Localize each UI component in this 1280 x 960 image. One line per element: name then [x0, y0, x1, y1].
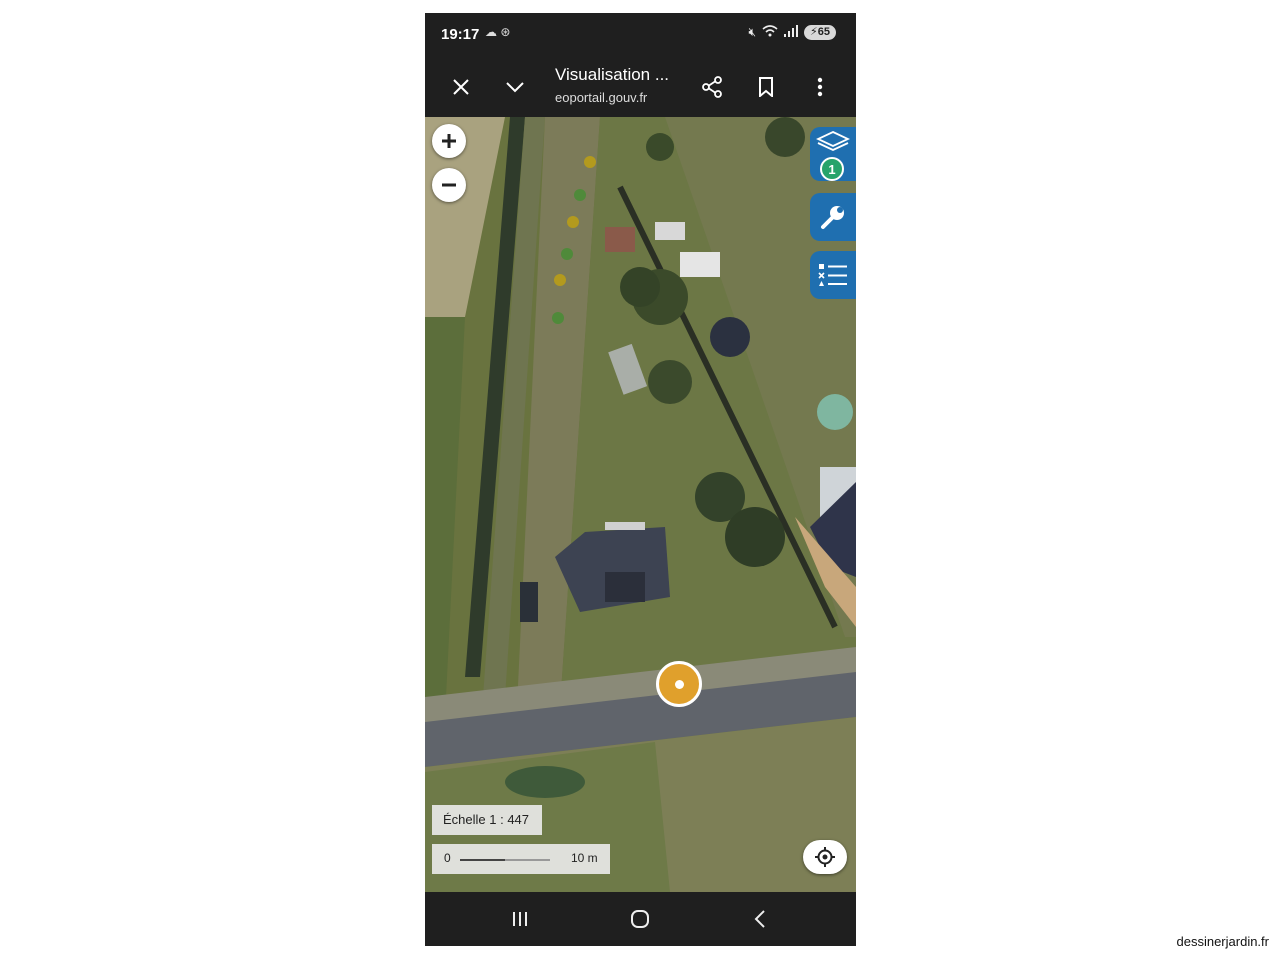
cloud-icon: ☁	[485, 25, 497, 39]
watermark: dessinerjardin.fr	[1176, 934, 1270, 949]
locate-me-button[interactable]	[803, 840, 847, 874]
aerial-imagery	[425, 117, 856, 892]
status-left-icons: ☁ ⊛	[485, 25, 510, 39]
map-view[interactable]: 1 Échelle 1 : 447 0 10 m	[425, 117, 856, 892]
bookmark-icon[interactable]	[750, 71, 782, 103]
status-time: 19:17	[441, 26, 480, 43]
layers-button[interactable]: 1	[810, 127, 856, 181]
legend-list-icon	[818, 264, 847, 286]
current-position-marker	[656, 661, 702, 707]
status-bar: 19:17 ☁ ⊛ 🔇︎ ⚡65	[425, 13, 856, 57]
zoom-in-icon	[442, 134, 456, 148]
layers-count-badge: 1	[820, 157, 844, 181]
recent-apps-icon[interactable]	[500, 904, 540, 934]
status-right-icons: 🔇︎ ⚡65	[748, 25, 836, 40]
browser-toolbar: Visualisation ... eoportail.gouv.fr	[425, 57, 856, 117]
zoom-out-icon	[442, 183, 456, 187]
back-icon[interactable]	[740, 904, 780, 934]
home-icon[interactable]	[620, 904, 660, 934]
crosshair-icon	[815, 847, 835, 867]
page-title[interactable]: Visualisation ...	[555, 65, 669, 85]
scale-bar: 0 10 m	[432, 844, 610, 874]
layers-icon	[816, 131, 850, 151]
app-icon: ⊛	[500, 25, 511, 39]
system-nav-bar	[425, 892, 856, 946]
wifi-icon	[762, 25, 778, 40]
battery-indicator: ⚡65	[804, 25, 836, 40]
scale-label: Échelle 1 : 447	[432, 805, 542, 835]
signal-icon	[784, 25, 799, 40]
chevron-down-icon[interactable]	[499, 71, 531, 103]
position-dot	[674, 679, 684, 689]
tools-button[interactable]	[810, 193, 856, 241]
more-vert-icon[interactable]	[804, 71, 836, 103]
page-url[interactable]: eoportail.gouv.fr	[555, 90, 647, 105]
scale-bar-start: 0	[444, 851, 451, 865]
wrench-icon	[821, 206, 844, 229]
battery-level: 65	[817, 26, 830, 38]
mute-icon: 🔇︎	[748, 25, 757, 39]
legend-button[interactable]	[810, 251, 856, 299]
phone-screen: 19:17 ☁ ⊛ 🔇︎ ⚡65 Visualisation ... eopor…	[425, 13, 856, 946]
zoom-out-button[interactable]	[432, 168, 466, 202]
share-icon[interactable]	[696, 71, 728, 103]
scale-bar-distance: 10 m	[571, 851, 598, 865]
scale-bar-line	[460, 859, 550, 861]
zoom-in-button[interactable]	[432, 124, 466, 158]
scale-bar-fill	[460, 859, 505, 861]
close-icon[interactable]	[445, 71, 477, 103]
